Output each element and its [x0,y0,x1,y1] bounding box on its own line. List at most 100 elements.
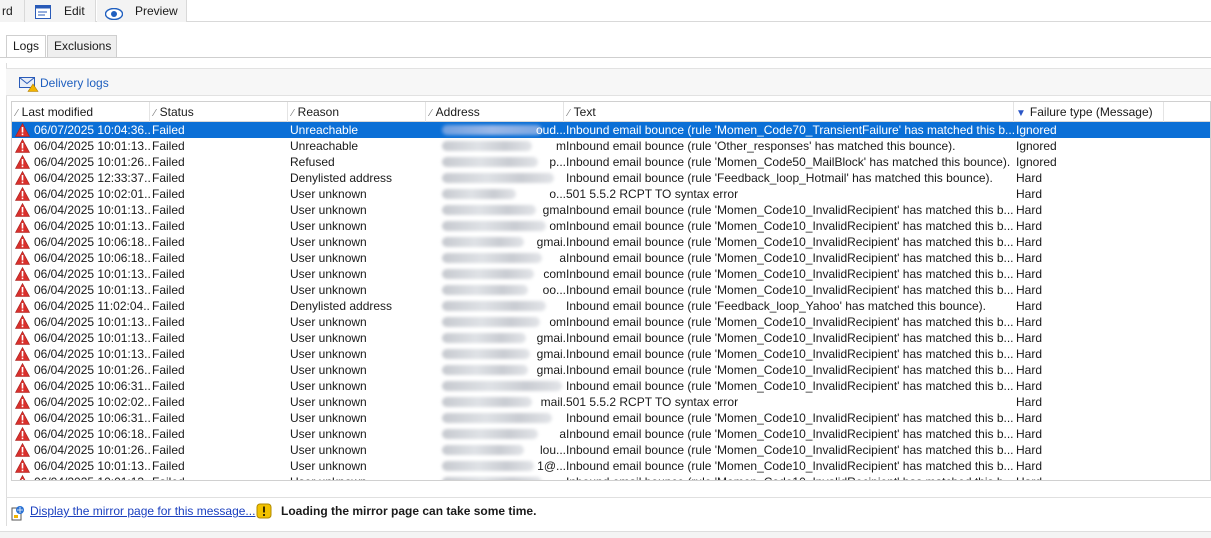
table-row[interactable]: 06/04/2025 10:01:13...Failed User unknown… [12,330,1210,346]
table-row[interactable]: 06/04/2025 10:01:26... Failed Refused p... I… [12,154,1210,170]
table-row[interactable]: 06/04/2025 10:06:31... Failed User unknown… [12,410,1210,426]
cell-text: Inbound email bounce (rule 'Other_respon… [566,139,956,153]
address-tail: gmai. [536,331,566,345]
table-row[interactable]: 06/04/2025 10:01:26... Failed User unknown… [12,362,1210,378]
redacted-address [442,349,530,359]
cell-status: Failed [152,123,185,137]
table-row[interactable]: 06/04/2025 10:06:18... Failed User unknown… [12,234,1210,250]
cell-failure-type: Ignored [1016,155,1057,169]
col-last-modified-label: Last modified [21,105,94,119]
cell-failure-type: Hard [1016,203,1043,217]
cell-address: com [428,266,566,282]
table-row[interactable]: 06/04/2025 11:02:04... Failed Denylisted a… [12,298,1210,314]
cell-failure-type: Hard [1016,235,1043,249]
cell-reason: User unknown [290,283,367,297]
cell-status: Failed [152,379,185,393]
table-row[interactable]: 06/04/2025 10:01:13...Failed User unknown… [12,218,1210,234]
cell-status: Failed [152,427,185,441]
cell-status: Failed [152,219,185,233]
cell-failure-type: Hard [1016,459,1043,473]
cell-status: Failed [152,443,185,457]
address-tail: oud... [535,123,566,137]
cell-reason: User unknown [290,235,367,249]
table-row[interactable]: 06/04/2025 10:01:13...Failed User unknown… [12,266,1210,282]
tab-logs[interactable]: Logs [6,35,46,57]
redacted-address [442,285,528,295]
redacted-address [442,301,546,311]
cell-last-modified: 06/04/2025 10:01:13... [34,315,150,329]
cell-failure-type: Hard [1016,331,1043,345]
table-row[interactable]: 06/04/2025 10:02:02... Failed User unknown… [12,394,1210,410]
tab-edit[interactable]: Edit [24,0,96,22]
cell-status: Failed [152,411,185,425]
tab-exclusions[interactable]: Exclusions [47,35,117,57]
table-row[interactable]: 06/04/2025 12:33:37... Failed Denylisted a… [12,170,1210,186]
cell-last-modified: 06/04/2025 10:06:31... [34,411,150,425]
table-row[interactable]: 06/04/2025 10:01:13...Failed User unknown… [12,346,1210,362]
col-address[interactable]: ⁄ Address [426,102,564,122]
error-icon [15,346,31,362]
cell-status: Failed [152,315,185,329]
address-tail: o... [549,187,566,201]
logs-grid[interactable]: ⁄ Last modified ⁄ Status ⁄ Reason ⁄ Address … [11,101,1211,481]
cell-last-modified: 06/04/2025 10:06:31... [34,379,150,393]
cell-address: m [428,138,566,154]
table-row[interactable]: 06/04/2025 10:01:13...Failed User unknown… [12,282,1210,298]
table-row[interactable]: 06/04/2025 10:06:31... Failed User unknown… [12,378,1210,394]
sort-icon: ⁄ [292,108,294,119]
redacted-address [442,237,524,247]
address-tail: com [543,267,566,281]
col-reason[interactable]: ⁄ Reason [288,102,426,122]
cell-status: Failed [152,459,185,473]
cell-failure-type: Hard [1016,427,1043,441]
tab-partial-label: rd [2,4,13,18]
table-row[interactable]: 06/04/2025 10:01:13... Failed Unreachable m… [12,138,1210,154]
sort-icon: ⁄ [154,108,156,119]
table-row[interactable]: 06/04/2025 10:06:18... Failed User unknown… [12,426,1210,442]
cell-reason: User unknown [290,331,367,345]
cell-last-modified: 06/04/2025 10:02:02... [34,395,150,409]
table-row[interactable]: 06/04/2025 10:01:13...Failed User unknown… [12,314,1210,330]
cell-status: Failed [152,203,185,217]
cell-reason: User unknown [290,395,367,409]
redacted-address [442,221,546,231]
address-tail: a [559,427,566,441]
cell-status: Failed [152,331,185,345]
table-row[interactable]: 06/04/2025 10:06:18... Failed User unknown… [12,250,1210,266]
cell-address: a [428,250,566,266]
cell-failure-type: Ignored [1016,139,1057,153]
table-row[interactable]: 06/07/2025 10:04:36... Failed Unreachable o… [12,122,1210,138]
col-status[interactable]: ⁄ Status [150,102,288,122]
cell-failure-type: Hard [1016,187,1043,201]
cell-failure-type: Hard [1016,283,1043,297]
error-icon [15,234,31,250]
address-tail: a [559,251,566,265]
cell-failure-type: Hard [1016,443,1043,457]
col-text-label: Text [573,105,596,119]
tab-partial[interactable]: rd [0,0,24,22]
tab-preview[interactable]: Preview [97,0,187,22]
table-row[interactable]: 06/04/2025 10:01:13...Failed User unknown… [12,202,1210,218]
address-tail: gmai. [536,347,566,361]
grid-header: ⁄ Last modified ⁄ Status ⁄ Reason ⁄ Address … [12,102,1210,122]
cell-status: Failed [152,251,185,265]
table-row[interactable]: 06/04/2025 10:01:26... Failed User unknown… [12,442,1210,458]
table-row[interactable]: 06/04/2025 10:02:01... Failed User unknown… [12,186,1210,202]
col-last-modified[interactable]: ⁄ Last modified [12,102,150,122]
col-text[interactable]: ⁄ Text [564,102,1014,122]
redacted-address [442,173,554,183]
cell-status: Failed [152,395,185,409]
col-failure-type[interactable]: ▼ Failure type (Message) [1014,102,1164,122]
cell-address: om [428,218,566,234]
table-row[interactable]: 06/04/2025 10:01:13...Failed User unknown… [12,458,1210,474]
cell-last-modified: 06/04/2025 10:01:13... [34,219,150,233]
mirror-page-link[interactable]: Display the mirror page for this message… [30,504,255,518]
redacted-address [442,365,528,375]
cell-last-modified: 06/04/2025 11:02:04... [34,299,150,313]
grid-rows: 06/07/2025 10:04:36... Failed Unreachable o… [12,122,1210,480]
cell-last-modified: 06/07/2025 10:04:36... [34,123,150,137]
cell-reason: User unknown [290,203,367,217]
error-icon [15,218,31,234]
table-row[interactable]: 06/04/2025 10:01:13...Failed User unknown… [12,474,1210,480]
redacted-address [442,397,532,407]
